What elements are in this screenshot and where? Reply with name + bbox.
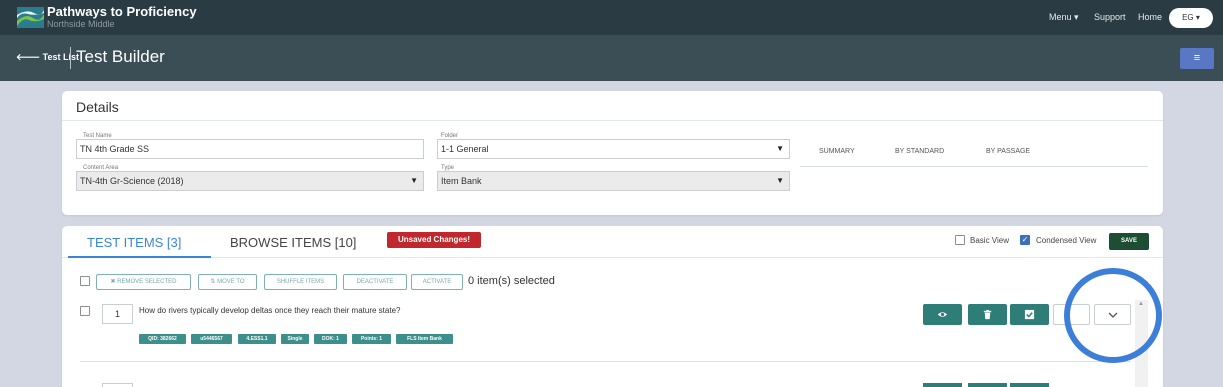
check-icon: ✓ xyxy=(1021,235,1029,244)
item-tag-type: Single xyxy=(281,334,309,344)
hamburger-icon: ≡ xyxy=(1193,52,1201,64)
remove-selected-button[interactable]: ✖ REMOVE SELECTED xyxy=(96,274,191,290)
item-question-text: How do rivers typically develop deltas o… xyxy=(139,306,401,315)
items-tabs-divider xyxy=(62,257,1163,258)
item-tag-qid: QID: 382662 xyxy=(139,334,186,344)
header-divider xyxy=(70,47,71,69)
back-link-label: Test List xyxy=(42,52,79,62)
checkbox-icon xyxy=(1024,309,1035,320)
tab-by-standard[interactable]: BY STANDARD xyxy=(895,148,944,155)
caret-down-icon: ▼ xyxy=(776,176,784,185)
select-all-checkbox[interactable] xyxy=(80,276,90,286)
item-tag-bank: FLS Item Bank xyxy=(396,334,453,344)
active-tab-indicator xyxy=(68,256,211,258)
test-name-input[interactable]: TN 4th Grade SS xyxy=(76,139,424,159)
caret-down-icon: ▼ xyxy=(410,176,418,185)
toggle-active-item-button[interactable] xyxy=(1010,383,1049,387)
hamburger-menu-button[interactable]: ≡ xyxy=(1180,48,1214,69)
tab-browse-items[interactable]: BROWSE ITEMS [10] xyxy=(230,235,356,250)
item-number: 1 xyxy=(114,309,120,319)
selected-count: 0 item(s) selected xyxy=(468,275,555,287)
content-area-select[interactable]: TN-4th Gr-Science (2018) ▼ xyxy=(76,171,424,191)
scroll-up-arrow-icon[interactable]: ▲ xyxy=(1138,301,1144,307)
nav-menu-dropdown[interactable]: Menu ▾ xyxy=(1049,12,1079,23)
eye-icon xyxy=(937,312,948,317)
save-button[interactable]: SAVE xyxy=(1109,233,1149,250)
delete-item-button[interactable] xyxy=(968,304,1007,325)
nav-menu-label: Menu xyxy=(1049,12,1072,22)
app-title[interactable]: Pathways to Proficiency xyxy=(47,4,197,19)
item-number-input[interactable]: 1 xyxy=(102,304,133,324)
caret-down-icon: ▼ xyxy=(776,144,784,153)
basic-view-checkbox[interactable] xyxy=(955,235,965,245)
tab-summary[interactable]: SUMMARY xyxy=(819,148,855,155)
test-name-value: TN 4th Grade SS xyxy=(80,144,150,154)
tab-test-items[interactable]: TEST ITEMS [3] xyxy=(87,235,181,250)
content-area-value: TN-4th Gr-Science (2018) xyxy=(80,176,184,186)
item-tag-standard: 4.ESS1.1 xyxy=(238,334,276,344)
item-tag-points: Points: 1 xyxy=(352,334,391,344)
shuffle-items-button[interactable]: SHUFFLE ITEMS xyxy=(264,274,337,290)
folder-select[interactable]: 1-1 General ▼ xyxy=(437,139,790,159)
user-initials: EG xyxy=(1182,13,1194,22)
nav-support-link[interactable]: Support xyxy=(1094,12,1126,22)
deactivate-button[interactable]: DEACTIVATE xyxy=(343,274,407,290)
chevron-down-icon xyxy=(1108,312,1118,318)
basic-view-label: Basic View xyxy=(970,236,1009,245)
activate-button[interactable]: ACTIVATE xyxy=(411,274,463,290)
toggle-active-item-button[interactable] xyxy=(1010,304,1049,325)
tab-by-passage[interactable]: BY PASSAGE xyxy=(986,148,1030,155)
delete-item-button[interactable] xyxy=(968,383,1007,387)
top-navbar: Pathways to Proficiency Northside Middle… xyxy=(0,0,1223,35)
details-divider xyxy=(62,120,1163,121)
summary-tabs-divider xyxy=(800,166,1148,167)
item-number-input[interactable] xyxy=(102,383,133,387)
item-row-divider xyxy=(80,361,1131,362)
type-value: Item Bank xyxy=(441,176,482,186)
school-name: Northside Middle xyxy=(47,19,115,29)
page-title: Test Builder xyxy=(76,47,165,66)
condensed-view-checkbox[interactable]: ✓ xyxy=(1020,235,1030,245)
condensed-view-label: Condensed View xyxy=(1036,236,1097,245)
folder-value: 1-1 General xyxy=(441,144,489,154)
page-header: 🡐 Test List Test Builder ≡ xyxy=(0,35,1223,81)
type-select[interactable]: Item Bank ▼ xyxy=(437,171,790,191)
nav-home-link[interactable]: Home xyxy=(1138,12,1162,22)
item-checkbox[interactable] xyxy=(80,306,90,316)
pathways-logo-icon[interactable] xyxy=(17,7,44,28)
expand-item-button[interactable] xyxy=(1094,304,1131,325)
trash-icon xyxy=(983,309,992,320)
item-tag-id: u5446567 xyxy=(191,334,232,344)
items-scrollbar[interactable]: ▲ xyxy=(1135,300,1148,387)
preview-item-button[interactable] xyxy=(923,383,962,387)
preview-item-button[interactable] xyxy=(923,304,962,325)
unsaved-changes-badge: Unsaved Changes! xyxy=(387,232,481,248)
item-tag-dok: DOK: 1 xyxy=(314,334,347,344)
user-menu-button[interactable]: EG ▾ xyxy=(1169,8,1213,28)
move-to-button[interactable]: ⇅ MOVE TO xyxy=(198,274,257,290)
details-title: Details xyxy=(76,99,119,115)
item-blank-button[interactable] xyxy=(1053,304,1090,325)
